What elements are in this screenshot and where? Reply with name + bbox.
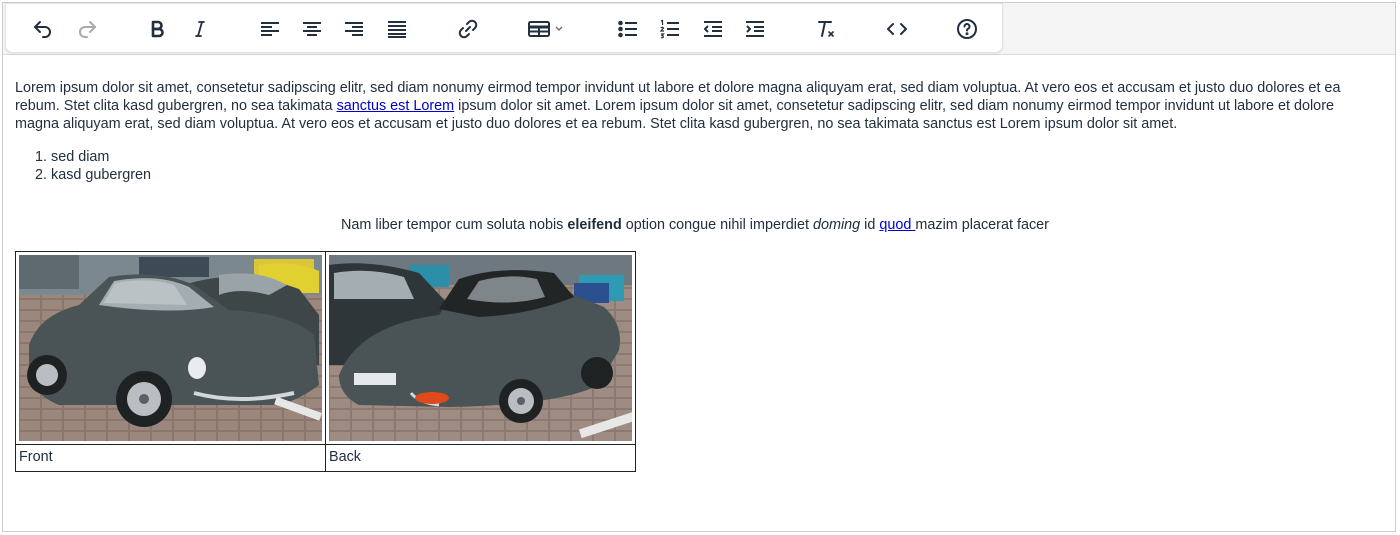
editor-toolbar <box>5 3 1003 53</box>
outdent-button[interactable] <box>696 12 730 46</box>
bullet-list-button[interactable] <box>611 12 645 46</box>
outdent-icon <box>704 21 722 37</box>
table-caption-cell[interactable]: Front <box>15 444 326 472</box>
bullet-list-icon <box>618 20 637 38</box>
list-item: sed diam <box>51 148 1375 166</box>
align-right-button[interactable] <box>337 12 371 46</box>
editor-content[interactable]: Lorem ipsum dolor sit amet, consetetur s… <box>15 79 1375 234</box>
align-justify-button[interactable] <box>380 12 414 46</box>
align-left-icon <box>261 22 279 36</box>
align-left-button[interactable] <box>253 12 287 46</box>
undo-icon <box>34 21 51 38</box>
code-icon <box>887 23 907 35</box>
help-button[interactable] <box>950 12 984 46</box>
help-icon <box>957 19 977 39</box>
table-cell[interactable] <box>325 251 636 445</box>
undo-button[interactable] <box>26 12 60 46</box>
italic-text: doming <box>812 216 861 233</box>
redo-button[interactable] <box>70 12 104 46</box>
redo-icon <box>79 21 96 38</box>
centered-paragraph: Nam liber tempor cum soluta nobis eleife… <box>341 216 1049 233</box>
link-button[interactable] <box>451 12 485 46</box>
indent-button[interactable] <box>738 12 772 46</box>
table-cell[interactable] <box>15 251 326 445</box>
clear-formatting-button[interactable] <box>809 12 843 46</box>
image-table[interactable]: Front Back <box>15 251 636 472</box>
align-center-icon <box>303 22 321 36</box>
bold-icon <box>151 20 164 38</box>
align-justify-icon <box>388 21 406 38</box>
bold-button[interactable] <box>140 12 174 46</box>
inline-link[interactable]: quod <box>879 217 915 233</box>
editor-header <box>3 3 1395 55</box>
paragraph: Lorem ipsum dolor sit amet, consetetur s… <box>15 80 1341 133</box>
align-center-button[interactable] <box>295 12 329 46</box>
remove-format-icon <box>818 21 834 37</box>
inline-link[interactable]: sanctus est Lorem <box>337 98 455 114</box>
numbered-list: sed diam kasd gubergren <box>15 148 1375 184</box>
car-front-photo[interactable] <box>19 255 322 441</box>
bold-text: eleifend <box>567 216 622 233</box>
italic-button[interactable] <box>183 12 217 46</box>
table-caption-cell[interactable]: Back <box>325 444 636 472</box>
rich-text-editor: Lorem ipsum dolor sit amet, consetetur s… <box>2 2 1396 532</box>
table-icon <box>528 21 563 37</box>
numbered-list-button[interactable] <box>653 12 687 46</box>
car-back-photo[interactable] <box>329 255 632 441</box>
table-button[interactable] <box>523 12 571 46</box>
italic-icon <box>195 21 205 37</box>
indent-icon <box>746 21 764 37</box>
align-right-icon <box>345 22 363 36</box>
link-icon <box>458 19 478 39</box>
source-code-button[interactable] <box>880 12 914 46</box>
numbered-list-icon <box>659 19 679 39</box>
list-item: kasd gubergren <box>51 166 1375 184</box>
